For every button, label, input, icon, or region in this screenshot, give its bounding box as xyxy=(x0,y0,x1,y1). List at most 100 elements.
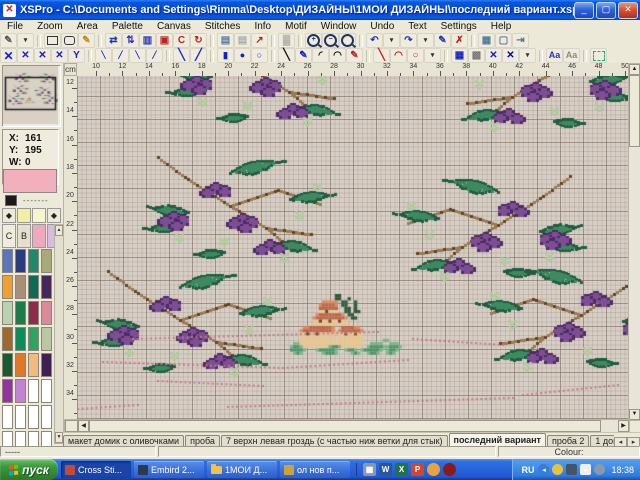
quicklaunch-word-icon[interactable]: W xyxy=(379,463,392,476)
import-image-icon[interactable]: ▤ xyxy=(217,33,234,48)
backstitch-icon[interactable]: ╲ xyxy=(278,48,295,63)
undo-icon[interactable]: ↶ xyxy=(366,33,383,48)
current-color-swatch[interactable] xyxy=(3,169,57,193)
palette-swatch[interactable] xyxy=(15,301,26,325)
quicklaunch-media-icon[interactable]: ▦ xyxy=(363,463,376,476)
menu-settings[interactable]: Settings xyxy=(434,20,484,33)
scroll-right-icon[interactable]: ▶ xyxy=(618,420,629,432)
language-indicator[interactable]: RU xyxy=(521,465,534,475)
thread-mode-4[interactable]: ◆ xyxy=(47,208,61,223)
red-line-icon[interactable]: ╲ xyxy=(373,48,390,63)
tray-dark-icon[interactable] xyxy=(566,464,577,475)
zoom-in-icon[interactable]: + xyxy=(305,33,322,48)
rotate-free-icon[interactable]: ↻ xyxy=(190,33,207,48)
palette-swatch[interactable] xyxy=(2,405,13,429)
palette-swatch[interactable] xyxy=(28,327,39,351)
menu-info[interactable]: Info xyxy=(247,20,278,33)
palette-swatch[interactable] xyxy=(41,275,52,299)
menu-stitches[interactable]: Stitches xyxy=(198,20,248,33)
menu-text[interactable]: Text xyxy=(401,20,433,33)
palette-swatch[interactable] xyxy=(28,301,39,325)
pencil-dropdown-icon[interactable]: ▾ xyxy=(17,33,34,48)
palette-scrollbar[interactable]: ▲ ▼ xyxy=(54,224,64,444)
red-circle-icon[interactable]: ○ xyxy=(407,48,424,63)
palette-c-button[interactable]: C xyxy=(2,224,16,248)
quarter-stitch-1-icon[interactable]: ╲ xyxy=(95,48,112,63)
stitch-canvas[interactable] xyxy=(77,76,628,419)
redo-dropdown-icon[interactable]: ▾ xyxy=(417,33,434,48)
flip-horizontal-icon[interactable]: ⇄ xyxy=(105,33,122,48)
stitch-canvas-area[interactable] xyxy=(77,76,628,419)
tray-green-icon[interactable]: ▸ xyxy=(580,464,591,475)
motif-pattern-icon[interactable]: ▩ xyxy=(468,48,485,63)
three-quarter-stitch-2-icon[interactable]: ✕ xyxy=(34,48,51,63)
tab-active[interactable]: последний вариант xyxy=(449,433,546,447)
select-rect-tool-icon[interactable] xyxy=(44,33,61,48)
menu-motif[interactable]: Motif xyxy=(278,20,314,33)
palette-swatch[interactable] xyxy=(15,379,26,403)
text-tool-alt-icon[interactable]: Aa xyxy=(563,48,580,63)
minimize-button[interactable]: _ xyxy=(574,2,594,19)
palette-swatch[interactable] xyxy=(15,353,26,377)
select-free-tool-icon[interactable] xyxy=(61,33,78,48)
thread-mode-3[interactable] xyxy=(32,208,46,223)
palette-swatch[interactable] xyxy=(41,379,52,403)
quarter-stitch-4-icon[interactable]: ╱ xyxy=(146,48,163,63)
backstitch-bead-icon[interactable]: ✎ xyxy=(295,48,312,63)
three-quarter-stitch-1-icon[interactable]: ✕ xyxy=(17,48,34,63)
task-button[interactable]: Embird 2... xyxy=(134,461,204,478)
copy-page-icon[interactable]: ▦ xyxy=(478,33,495,48)
vscroll-thumb[interactable] xyxy=(629,75,640,147)
column-tool-icon[interactable]: ▓ xyxy=(278,33,295,48)
palette-swatch[interactable] xyxy=(15,327,26,351)
quicklaunch-red-icon[interactable] xyxy=(443,463,456,476)
palette-swatch[interactable] xyxy=(28,405,39,429)
motif-dropdown-icon[interactable]: ▾ xyxy=(519,48,536,63)
horizontal-scrollbar[interactable]: ◀ ▶ xyxy=(64,419,630,433)
palette-swatch[interactable] xyxy=(2,353,13,377)
zoom-actual-icon[interactable] xyxy=(339,33,356,48)
quicklaunch-orange-icon[interactable] xyxy=(427,463,440,476)
palette-swatch[interactable] xyxy=(41,405,52,429)
paste-motif-icon[interactable]: ▣ xyxy=(156,33,173,48)
tray-hide-icon[interactable]: ◂ xyxy=(538,464,549,475)
vertical-stitch-icon[interactable]: ▮ xyxy=(217,48,234,63)
scroll-left-icon[interactable]: ◀ xyxy=(78,420,89,432)
selection-marquee-icon[interactable] xyxy=(590,48,607,63)
motif-grid-icon[interactable]: ▦ xyxy=(451,48,468,63)
thread-mode-2[interactable] xyxy=(17,208,31,223)
palette-swatch[interactable] xyxy=(41,301,52,325)
palette-swatch[interactable] xyxy=(15,405,26,429)
redo-icon[interactable]: ↷ xyxy=(400,33,417,48)
vertical-scrollbar[interactable]: ▲ ▼ xyxy=(628,63,640,421)
palette-swatch[interactable] xyxy=(28,353,39,377)
hscroll-thumb[interactable] xyxy=(89,420,601,432)
freehand-backstitch-icon[interactable]: ✎ xyxy=(346,48,363,63)
scroll-up-icon[interactable]: ▲ xyxy=(629,64,640,75)
palette-swatch[interactable] xyxy=(2,301,13,325)
image-tool-icon[interactable]: ▤ xyxy=(234,33,251,48)
palette-swatch-pink[interactable] xyxy=(32,224,46,248)
palette-swatch[interactable] xyxy=(2,379,13,403)
flip-vertical-icon[interactable]: ⇅ xyxy=(122,33,139,48)
menu-palette[interactable]: Palette xyxy=(105,20,150,33)
motif-cross-1-icon[interactable]: ✕ xyxy=(485,48,502,63)
palette-swatch[interactable] xyxy=(28,249,39,273)
half-stitch-forward-icon[interactable]: ╱ xyxy=(190,48,207,63)
palette-swatch[interactable] xyxy=(28,379,39,403)
maximize-button[interactable]: ▢ xyxy=(596,2,616,19)
copy-motif-icon[interactable]: ▥ xyxy=(139,33,156,48)
quicklaunch-excel-icon[interactable]: X xyxy=(395,463,408,476)
palette-scroll-down-icon[interactable]: ▼ xyxy=(55,432,63,443)
half-stitch-back-icon[interactable]: ╲ xyxy=(173,48,190,63)
palette-swatch[interactable] xyxy=(2,275,13,299)
circle-dropdown-icon[interactable]: ▾ xyxy=(424,48,441,63)
zoom-out-icon[interactable]: − xyxy=(322,33,339,48)
quicklaunch-powerpoint-icon[interactable]: P xyxy=(411,463,424,476)
pencil-tool-icon[interactable]: ✎ xyxy=(0,33,17,48)
close-button[interactable]: ✕ xyxy=(618,2,638,19)
pen-icon[interactable]: ✎ xyxy=(434,33,451,48)
menu-window[interactable]: Window xyxy=(314,20,364,33)
y-stitch-icon[interactable]: Y xyxy=(68,48,85,63)
menu-undo[interactable]: Undo xyxy=(363,20,401,33)
